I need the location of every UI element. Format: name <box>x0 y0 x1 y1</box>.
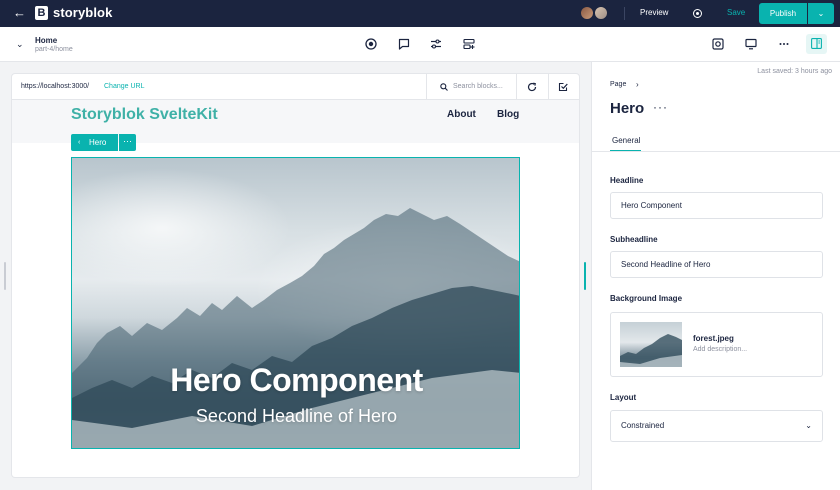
asset-field[interactable]: forest.jpeg Add description... <box>610 312 823 377</box>
desktop-icon[interactable] <box>745 38 757 50</box>
avatar[interactable] <box>580 6 594 20</box>
asset-filename: forest.jpeg <box>693 334 734 343</box>
storyblok-logo-icon: B <box>35 6 48 20</box>
resize-handle[interactable] <box>4 262 6 290</box>
logo-text: storyblok <box>53 5 113 20</box>
breadcrumb[interactable]: Page <box>610 81 626 88</box>
record-icon[interactable] <box>365 38 377 50</box>
more-icon[interactable] <box>778 38 790 50</box>
block-tag-label: Hero <box>89 138 107 147</box>
divider <box>624 7 625 20</box>
block-list-icon[interactable] <box>463 38 475 50</box>
save-button[interactable]: Save <box>727 8 745 17</box>
checklist-icon[interactable] <box>558 82 568 92</box>
record-icon[interactable] <box>693 9 702 18</box>
preview-url: https://localhost:3000/ <box>21 83 90 90</box>
chevron-down-icon: ⌄ <box>805 421 812 430</box>
layout-select[interactable]: Constrained ⌄ <box>610 410 823 442</box>
more-icon[interactable]: ··· <box>653 100 668 114</box>
subheadline-label: Subheadline <box>610 235 658 244</box>
subheadline-field[interactable]: Second Headline of Hero <box>610 251 823 278</box>
publish-button[interactable]: Publish <box>759 3 807 24</box>
layout-select-value: Constrained <box>621 421 665 430</box>
panel-resize-handle[interactable] <box>584 262 586 290</box>
hero-headline: Hero Component <box>170 362 423 398</box>
chevron-right-icon: › <box>636 80 639 89</box>
chevron-left-icon: ‹ <box>78 139 81 146</box>
preview-button[interactable]: Preview <box>640 8 668 17</box>
block-search-input[interactable]: Search blocks... <box>453 83 503 90</box>
comment-icon[interactable] <box>398 38 410 50</box>
layout-label: Layout <box>610 393 637 402</box>
block-tag-hero[interactable]: ‹ Hero <box>71 134 118 151</box>
reload-icon[interactable] <box>527 82 537 92</box>
story-name[interactable]: Home <box>35 36 57 45</box>
last-saved-status: Last saved: 3 hours ago <box>757 68 832 75</box>
sliders-icon[interactable] <box>430 38 442 50</box>
content-panel: Last saved: 3 hours ago Page › Hero ··· … <box>591 62 840 490</box>
change-url-link[interactable]: Change URL <box>104 83 144 90</box>
divider <box>548 74 549 100</box>
headline-field[interactable]: Hero Component <box>610 192 823 219</box>
story-slug: part-4/home <box>35 46 73 53</box>
asset-description-input[interactable]: Add description... <box>693 346 747 353</box>
background-image-label: Background Image <box>610 294 683 303</box>
divider <box>426 74 427 100</box>
block-more-button[interactable]: ⋯ <box>119 134 136 151</box>
top-bar: ← B storyblok Preview Save Publish ⌄ <box>0 0 840 27</box>
nav-link-about[interactable]: About <box>447 109 476 120</box>
chevron-down-icon[interactable]: ⌄ <box>16 39 24 50</box>
site-title[interactable]: Storyblok SvelteKit <box>71 106 218 124</box>
hero-subheadline: Second Headline of Hero <box>195 406 398 426</box>
tab-general[interactable]: General <box>612 136 640 145</box>
avatar[interactable] <box>594 6 608 20</box>
block-title: Hero <box>610 100 645 117</box>
divider <box>516 74 517 100</box>
search-icon <box>440 83 448 91</box>
url-bar: https://localhost:3000/ Change URL Searc… <box>12 74 579 100</box>
forest-thumbnail-image <box>620 334 682 367</box>
headline-label: Headline <box>610 176 644 185</box>
hero-block[interactable]: Hero Component Second Headline of Hero <box>71 157 520 449</box>
preview-frame: https://localhost:3000/ Change URL Searc… <box>12 74 579 477</box>
asset-thumbnail[interactable] <box>620 322 682 367</box>
panel-layout-icon[interactable] <box>806 34 827 54</box>
editor-toolbar: ⌄ Home part-4/home <box>0 27 840 62</box>
nav-link-blog[interactable]: Blog <box>497 109 519 120</box>
publish-options-button[interactable]: ⌄ <box>808 3 834 24</box>
divider <box>592 151 840 152</box>
visual-editor-icon[interactable] <box>712 38 724 50</box>
back-arrow-icon[interactable]: ← <box>13 5 26 20</box>
